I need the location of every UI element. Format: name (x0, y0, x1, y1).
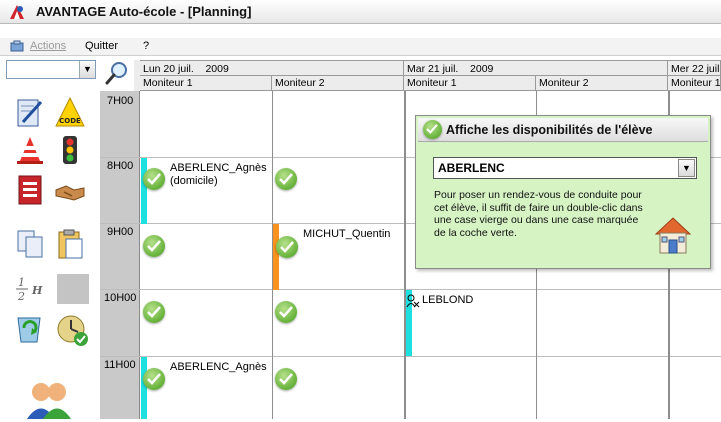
lesson-student[interactable]: ABERLENC_Agnès (170, 361, 267, 374)
available-check-icon[interactable] (143, 301, 165, 323)
hour-label: 8H00 (107, 160, 134, 172)
hour-label: 7H00 (107, 95, 134, 107)
edit-icon[interactable] (14, 96, 46, 128)
student-select[interactable]: ABERLENC ▼ (433, 157, 697, 179)
svg-text:2: 2 (17, 290, 25, 303)
hour-label: 11H00 (104, 359, 136, 371)
traffic-light-icon[interactable] (54, 134, 86, 166)
hour-divider (100, 356, 721, 357)
popup-help-text: Pour poser un rendez-vous de conduite po… (434, 189, 643, 239)
handshake-icon[interactable] (54, 176, 86, 208)
hour-label: 9H00 (107, 226, 134, 238)
lesson-student[interactable]: LEBLOND (422, 294, 473, 307)
lesson-student[interactable]: MICHUT_Quentin (303, 228, 390, 241)
header-corner (134, 60, 140, 91)
person-icon (406, 294, 420, 308)
fraction-icon[interactable]: 12H (14, 272, 46, 304)
svg-text:H: H (31, 284, 43, 297)
monitor-header: Moniteur 1 (404, 76, 536, 91)
copy-icon[interactable] (14, 228, 46, 260)
lesson-note: (domicile) (170, 175, 218, 187)
available-check-icon[interactable] (275, 301, 297, 323)
code-icon[interactable]: CODE (54, 96, 86, 128)
clock-check-icon[interactable] (56, 314, 88, 346)
availability-popup: Affiche les disponibilités de l'élève AB… (415, 115, 711, 269)
lesson-stripe (141, 357, 147, 419)
day-header-1: Lun 20 juil. 2009 (140, 60, 404, 76)
cone-icon[interactable] (14, 134, 46, 166)
monitor-header: Moniteur 2 (272, 76, 404, 91)
recycle-icon[interactable] (12, 312, 44, 344)
house-icon (648, 208, 698, 258)
actions-icon (10, 40, 24, 52)
check-icon (423, 120, 442, 139)
lesson-stripe (141, 158, 147, 224)
menu-help[interactable]: ? (143, 40, 149, 52)
popup-title-bar: Affiche les disponibilités de l'élève (418, 118, 708, 142)
day-header-3: Mer 22 juil (668, 60, 721, 76)
app-icon (8, 4, 26, 20)
monitor-header: Moniteur 1 (140, 76, 272, 91)
column-divider (404, 91, 406, 419)
paste-icon[interactable] (54, 228, 86, 260)
monitor-header: Moniteur 1 (668, 76, 721, 91)
available-check-icon[interactable] (143, 168, 165, 190)
svg-text:CODE: CODE (59, 117, 81, 125)
hour-label: 10H00 (104, 292, 137, 304)
lesson-stripe (273, 224, 279, 290)
menu-actions[interactable]: Actions (30, 40, 66, 52)
student-select-value: ABERLENC (438, 161, 505, 175)
svg-text:1: 1 (18, 276, 25, 289)
available-check-icon[interactable] (143, 368, 165, 390)
menu-quitter[interactable]: Quitter (85, 40, 118, 52)
day-header-2: Mar 21 juil. 2009 (404, 60, 668, 76)
available-check-icon[interactable] (275, 368, 297, 390)
planning-select[interactable]: ▼ (6, 60, 96, 79)
available-check-icon[interactable] (275, 168, 297, 190)
window-title: AVANTAGE Auto-école - [Planning] (36, 4, 252, 19)
users-icon[interactable] (24, 378, 74, 419)
document-icon[interactable] (14, 174, 46, 206)
popup-title: Affiche les disponibilités de l'élève (446, 123, 653, 137)
monitor-header: Moniteur 2 (536, 76, 668, 91)
available-check-icon[interactable] (143, 235, 165, 257)
available-check-icon[interactable] (276, 236, 298, 258)
chevron-down-icon[interactable]: ▼ (79, 61, 95, 78)
lesson-student[interactable]: ABERLENC_Agnès (170, 162, 267, 175)
chevron-down-icon[interactable]: ▼ (678, 159, 695, 177)
blank-tool[interactable] (57, 274, 89, 304)
